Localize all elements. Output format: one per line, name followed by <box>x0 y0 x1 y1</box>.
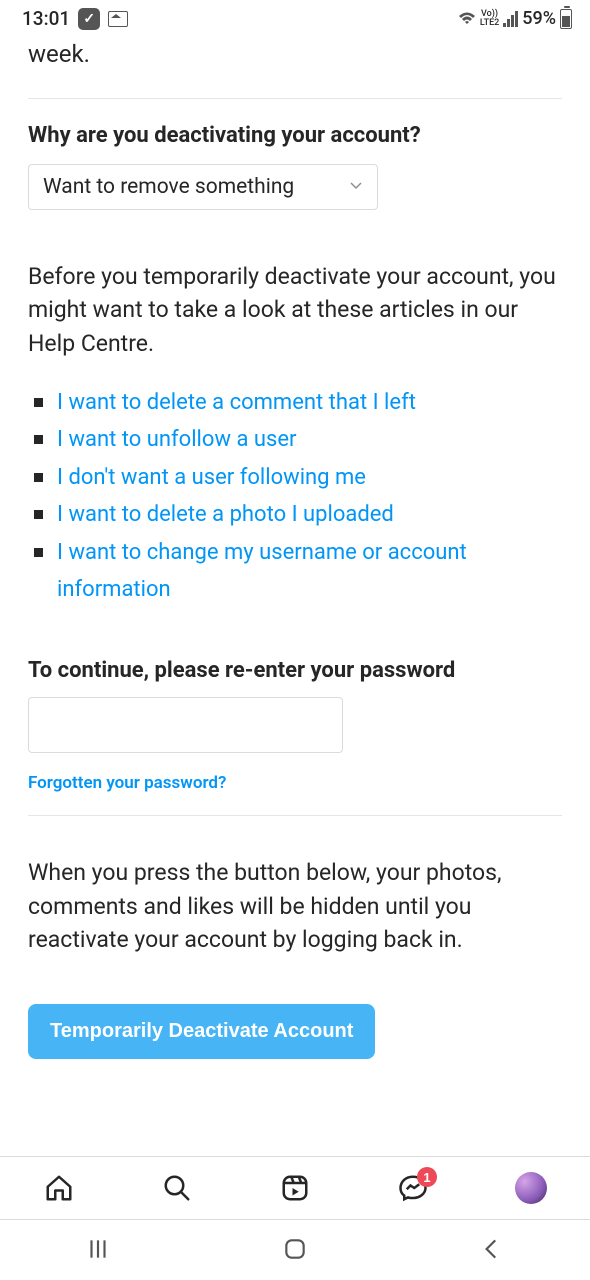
recent-apps-button[interactable] <box>85 1236 111 1265</box>
bullet-icon <box>34 510 43 519</box>
list-item: I want to unfollow a user <box>28 421 562 458</box>
final-warning-text: When you press the button below, your ph… <box>28 856 562 956</box>
status-time: 13:01 <box>22 7 70 30</box>
bullet-icon <box>34 398 43 407</box>
signal-icon <box>503 11 518 27</box>
avatar <box>515 1172 547 1204</box>
wifi-icon <box>458 12 476 26</box>
list-item: I want to delete a photo I uploaded <box>28 496 562 533</box>
bullet-icon <box>34 548 43 557</box>
help-intro: Before you temporarily deactivate your a… <box>28 260 562 360</box>
reason-selected: Want to remove something <box>43 175 294 199</box>
battery-icon <box>560 9 572 29</box>
divider <box>28 815 562 816</box>
help-link-unfollow[interactable]: I want to unfollow a user <box>57 421 296 458</box>
recent-icon <box>85 1236 111 1262</box>
home-button[interactable] <box>29 1173 89 1203</box>
status-image-icon <box>108 11 128 27</box>
search-button[interactable] <box>147 1173 207 1203</box>
search-icon <box>162 1173 192 1203</box>
back-icon <box>479 1236 505 1262</box>
truncated-prev-text: week. <box>28 40 562 68</box>
battery-percent: 59% <box>522 8 556 29</box>
reels-button[interactable] <box>265 1173 325 1203</box>
help-link-delete-comment[interactable]: I want to delete a comment that I left <box>57 384 416 421</box>
messages-badge: 1 <box>417 1167 437 1187</box>
reason-dropdown[interactable]: Want to remove something <box>28 164 378 210</box>
reason-title: Why are you deactivating your account? <box>28 123 562 148</box>
status-bar: 13:01 ✓ Vo)) LTE2 59% <box>0 0 590 32</box>
forgot-password-link[interactable]: Forgotten your password? <box>28 773 562 793</box>
list-item: I want to delete a comment that I left <box>28 384 562 421</box>
password-label: To continue, please re-enter your passwo… <box>28 658 562 683</box>
messages-button[interactable]: 1 <box>383 1173 443 1203</box>
deactivate-button[interactable]: Temporarily Deactivate Account <box>28 1004 375 1059</box>
password-input[interactable] <box>28 697 343 753</box>
system-nav <box>0 1220 590 1280</box>
network-label: Vo)) LTE2 <box>480 10 499 28</box>
reels-icon <box>280 1173 310 1203</box>
app-bottom-nav: 1 <box>0 1156 590 1220</box>
divider <box>28 98 562 99</box>
home-system-icon <box>282 1236 308 1262</box>
status-app-icon: ✓ <box>78 8 100 30</box>
home-system-button[interactable] <box>282 1236 308 1265</box>
help-link-change-username[interactable]: I want to change my username or account … <box>57 534 562 609</box>
bullet-icon <box>34 435 43 444</box>
profile-button[interactable] <box>501 1172 561 1204</box>
help-link-delete-photo[interactable]: I want to delete a photo I uploaded <box>57 496 394 533</box>
chevron-down-icon <box>349 178 363 197</box>
bullet-icon <box>34 473 43 482</box>
list-item: I want to change my username or account … <box>28 534 562 609</box>
back-button[interactable] <box>479 1236 505 1265</box>
help-links-list: I want to delete a comment that I left I… <box>28 384 562 608</box>
list-item: I don't want a user following me <box>28 459 562 496</box>
help-link-block-follower[interactable]: I don't want a user following me <box>57 459 366 496</box>
home-icon <box>44 1173 74 1203</box>
